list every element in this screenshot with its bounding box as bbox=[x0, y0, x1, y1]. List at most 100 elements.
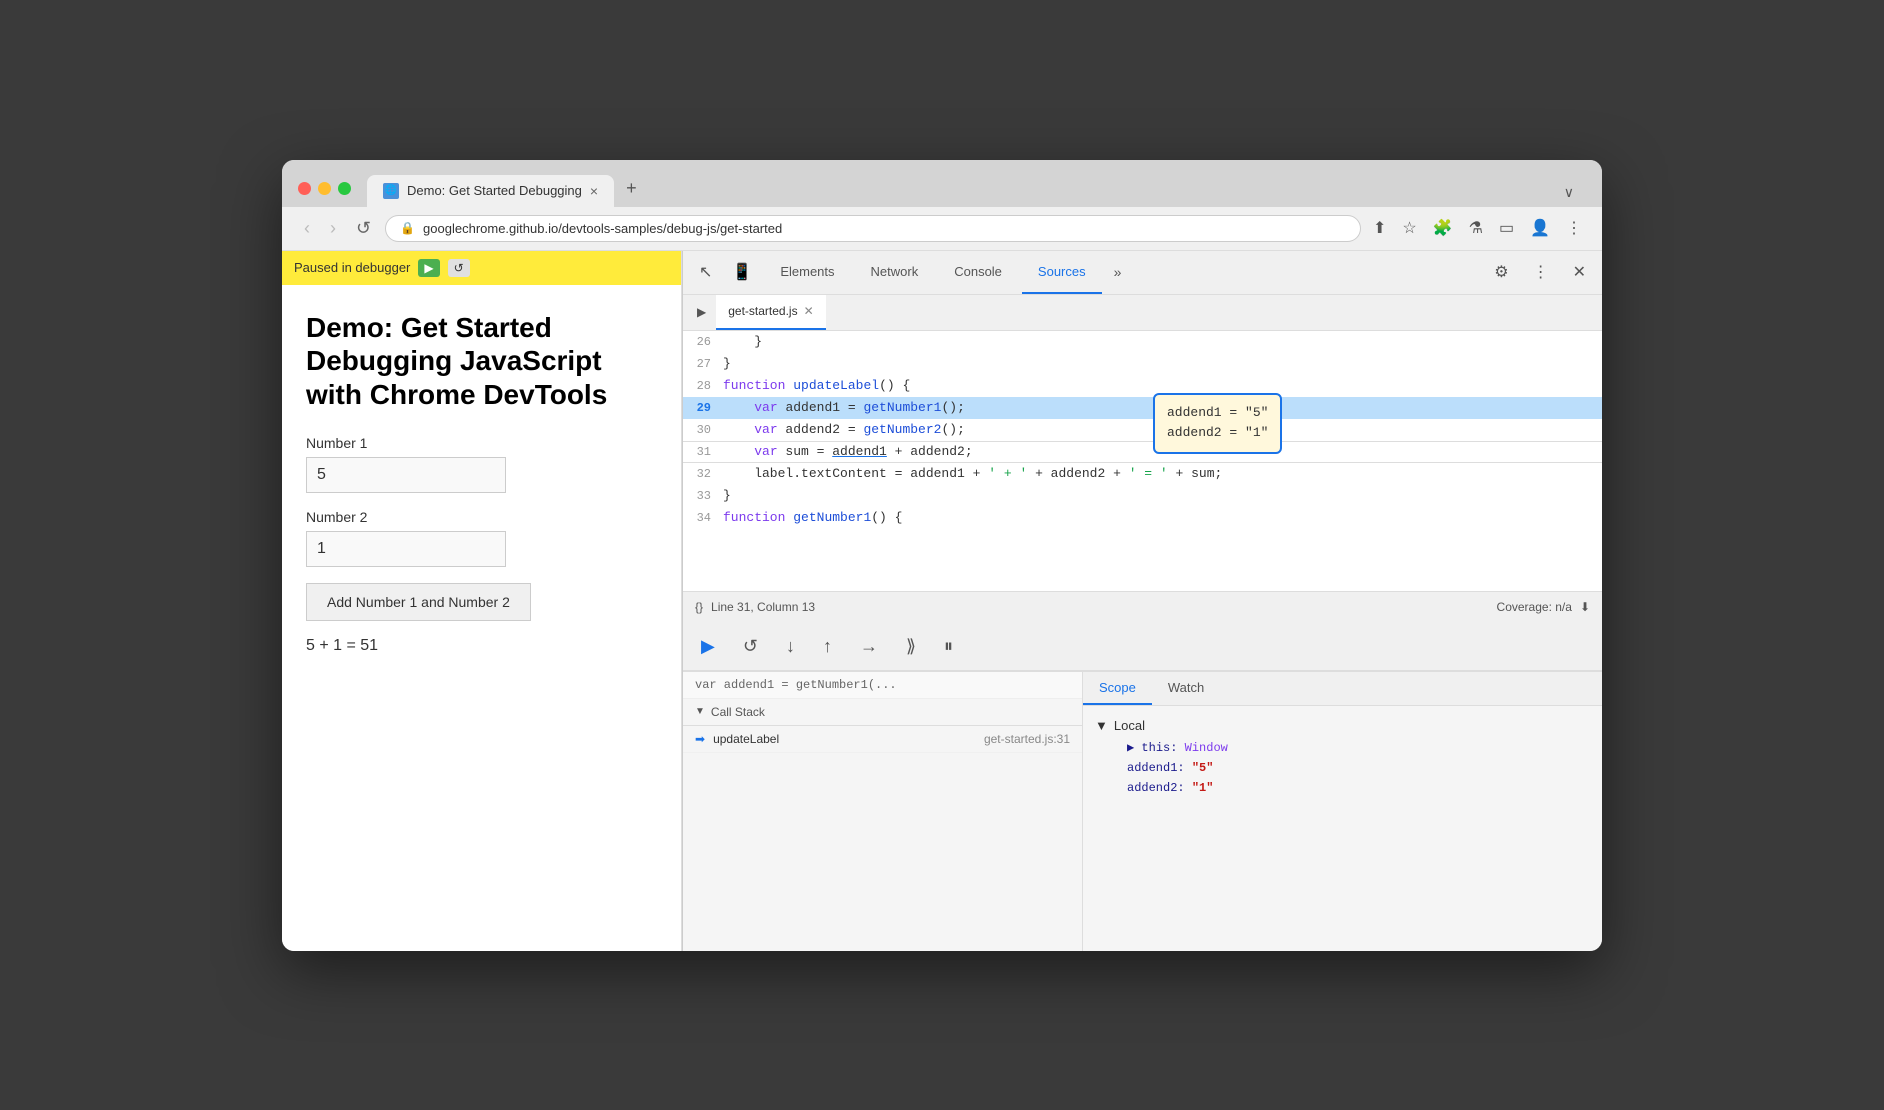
scope-tab-scope[interactable]: Scope bbox=[1083, 672, 1152, 705]
more-menu-icon[interactable]: ⋮ bbox=[1562, 216, 1586, 240]
tab-network[interactable]: Network bbox=[855, 251, 935, 294]
scope-content: ▼ Local ▶ this: Window addend1: "5" bbox=[1083, 706, 1602, 810]
code-line-30: 30 var addend2 = getNumber2(); bbox=[683, 419, 1602, 441]
scope-local-header[interactable]: ▼ Local bbox=[1095, 718, 1590, 733]
code-editor-container: 26 } 27 } 28 function updateLabel() { bbox=[683, 331, 1602, 591]
call-stack-header[interactable]: ▼ Call Stack bbox=[683, 699, 1082, 726]
devtools-panel: ↖ 📱 Elements Network Console Sources » ⚙… bbox=[682, 251, 1602, 951]
resume-button[interactable]: ▶ bbox=[418, 259, 439, 277]
tooltip-line1: addend1 = "5" bbox=[1167, 403, 1268, 424]
main-content: Paused in debugger ▶ ↺ Demo: Get Started… bbox=[282, 251, 1602, 951]
result-text: 5 + 1 = 51 bbox=[306, 637, 657, 655]
scope-tab-watch[interactable]: Watch bbox=[1152, 672, 1220, 705]
line-num-26: 26 bbox=[683, 335, 723, 349]
forward-button[interactable]: › bbox=[324, 216, 342, 241]
number2-input[interactable] bbox=[306, 531, 506, 567]
line-content-26: } bbox=[723, 333, 1602, 350]
extensions-icon[interactable]: 🧩 bbox=[1429, 216, 1457, 240]
code-line-31: 31 var sum = addend1 + addend2; bbox=[683, 441, 1602, 463]
position-text: Line 31, Column 13 bbox=[711, 600, 815, 614]
step-into-debug-button[interactable]: ↓ bbox=[780, 632, 801, 661]
coverage-icon[interactable]: ⬇ bbox=[1580, 600, 1590, 614]
scope-item-this[interactable]: ▶ this: Window bbox=[1095, 737, 1590, 758]
scope-local-label: Local bbox=[1114, 718, 1145, 733]
line-content-28: function updateLabel() { bbox=[723, 377, 1602, 394]
coverage-text: Coverage: n/a bbox=[1497, 600, 1572, 614]
number1-input[interactable] bbox=[306, 457, 506, 493]
scope-local-section: ▼ Local ▶ this: Window addend1: "5" bbox=[1083, 714, 1602, 802]
code-line-34: 34 function getNumber1() { bbox=[683, 507, 1602, 529]
tab-console[interactable]: Console bbox=[938, 251, 1018, 294]
scope-item-addend2[interactable]: addend2: "1" bbox=[1095, 778, 1590, 798]
lower-section: var addend1 = getNumber1(... ▼ Call Stac… bbox=[683, 671, 1602, 951]
browser-window: 🌐 Demo: Get Started Debugging × + ∨ ‹ › … bbox=[282, 160, 1602, 951]
title-bar: 🌐 Demo: Get Started Debugging × + ∨ bbox=[282, 160, 1602, 207]
call-stack-triangle-icon: ▼ bbox=[695, 706, 705, 717]
scope-item-addend1[interactable]: addend1: "5" bbox=[1095, 758, 1590, 778]
tab-sources[interactable]: Sources bbox=[1022, 251, 1102, 294]
bookmark-icon[interactable]: ☆ bbox=[1398, 216, 1420, 240]
settings-icon[interactable]: ⚙ bbox=[1486, 256, 1516, 288]
step-over-button[interactable]: ↺ bbox=[448, 259, 470, 277]
deactivate-breakpoints-button[interactable]: ⟫ bbox=[900, 632, 922, 661]
tab-favicon-icon: 🌐 bbox=[383, 183, 399, 199]
devtools-right-icons: ⚙ ⋮ ✕ bbox=[1486, 256, 1594, 288]
minimize-traffic-light[interactable] bbox=[318, 182, 331, 195]
tab-dropdown-button[interactable]: ∨ bbox=[1552, 178, 1586, 207]
code-editor[interactable]: 26 } 27 } 28 function updateLabel() { bbox=[683, 331, 1602, 591]
debug-controls-bar: ▶ ↺ ↓ ↑ → ⟫ ⏸ bbox=[683, 623, 1602, 671]
device-tool-icon[interactable]: 📱 bbox=[724, 256, 760, 288]
nav-actions: ⬆ ☆ 🧩 ⚗ ▭ 👤 ⋮ bbox=[1369, 216, 1586, 240]
share-icon[interactable]: ⬆ bbox=[1369, 216, 1390, 240]
cursor-tool-icon[interactable]: ↖ bbox=[691, 256, 720, 288]
close-devtools-icon[interactable]: ✕ bbox=[1565, 256, 1594, 288]
tab-elements[interactable]: Elements bbox=[764, 251, 850, 294]
traffic-lights bbox=[298, 182, 351, 195]
add-button[interactable]: Add Number 1 and Number 2 bbox=[306, 583, 531, 621]
file-tab-label: get-started.js bbox=[728, 304, 797, 318]
tooltip-line2: addend2 = "1" bbox=[1167, 423, 1268, 444]
url-text: googlechrome.github.io/devtools-samples/… bbox=[423, 221, 782, 236]
step-out-debug-button[interactable]: ↑ bbox=[817, 632, 838, 661]
line-num-33: 33 bbox=[683, 489, 723, 503]
line-num-34: 34 bbox=[683, 511, 723, 525]
tabs-bar: 🌐 Demo: Get Started Debugging × + ∨ bbox=[367, 170, 1586, 207]
call-stack-arrow-icon: ➡ bbox=[695, 732, 705, 746]
kebab-menu-icon[interactable]: ⋮ bbox=[1525, 256, 1557, 288]
file-nav-button[interactable]: ▶ bbox=[691, 303, 712, 321]
browser-tab-active[interactable]: 🌐 Demo: Get Started Debugging × bbox=[367, 175, 614, 207]
maximize-traffic-light[interactable] bbox=[338, 182, 351, 195]
scope-pane: Scope Watch ▼ Local bbox=[1083, 672, 1602, 951]
resume-debug-button[interactable]: ▶ bbox=[695, 632, 721, 661]
step-debug-button[interactable]: → bbox=[854, 632, 884, 661]
code-line-28: 28 function updateLabel() { bbox=[683, 375, 1602, 397]
profile-icon[interactable]: 👤 bbox=[1526, 216, 1554, 240]
nav-bar: ‹ › ↺ 🔒 googlechrome.github.io/devtools-… bbox=[282, 207, 1602, 251]
scope-tabs: Scope Watch bbox=[1083, 672, 1602, 706]
call-stack-fn-name: updateLabel bbox=[713, 732, 779, 746]
experiment-icon[interactable]: ⚗ bbox=[1465, 216, 1487, 240]
tab-close-button[interactable]: × bbox=[590, 183, 598, 199]
new-tab-button[interactable]: + bbox=[614, 170, 649, 207]
line-content-27: } bbox=[723, 355, 1602, 372]
line-num-28: 28 bbox=[683, 379, 723, 393]
step-over-debug-button[interactable]: ↺ bbox=[737, 632, 764, 661]
back-button[interactable]: ‹ bbox=[298, 216, 316, 241]
page-title: Demo: Get Started Debugging JavaScript w… bbox=[306, 311, 657, 412]
more-tabs-button[interactable]: » bbox=[1106, 264, 1130, 280]
line-content-32: label.textContent = addend1 + ' + ' + ad… bbox=[723, 465, 1602, 482]
code-line-26: 26 } bbox=[683, 331, 1602, 353]
line-content-34: function getNumber1() { bbox=[723, 509, 1602, 526]
pause-on-exceptions-button[interactable]: ⏸ bbox=[938, 632, 959, 661]
call-stack-code-preview: var addend1 = getNumber1(... bbox=[683, 672, 1082, 699]
address-bar[interactable]: 🔒 googlechrome.github.io/devtools-sample… bbox=[385, 215, 1361, 242]
window-icon[interactable]: ▭ bbox=[1495, 216, 1518, 240]
close-traffic-light[interactable] bbox=[298, 182, 311, 195]
file-tab-close-button[interactable]: ✕ bbox=[804, 304, 814, 318]
call-stack-item-update-label[interactable]: ➡ updateLabel get-started.js:31 bbox=[683, 726, 1082, 753]
code-line-27: 27 } bbox=[683, 353, 1602, 375]
page-content: Paused in debugger ▶ ↺ Demo: Get Started… bbox=[282, 251, 682, 951]
reload-button[interactable]: ↺ bbox=[350, 216, 377, 241]
pretty-print-button[interactable]: {} bbox=[695, 600, 703, 614]
file-tab-get-started[interactable]: get-started.js ✕ bbox=[716, 295, 825, 330]
